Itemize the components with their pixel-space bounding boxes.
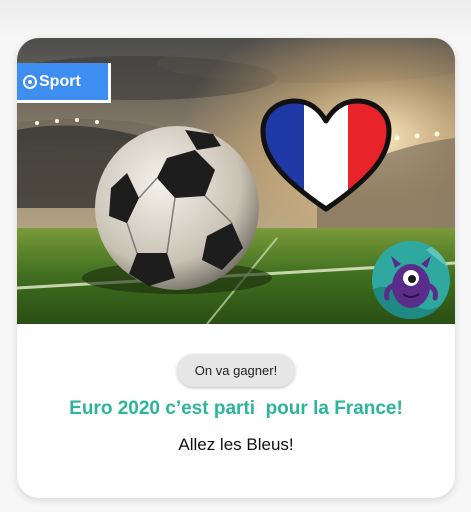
france-flag-heart-icon (259, 97, 393, 215)
category-label: Sport (39, 72, 81, 90)
post-subtitle: Allez les Bleus! (178, 435, 294, 454)
tag-chip[interactable]: On va gagner! (177, 354, 295, 387)
target-icon (23, 74, 37, 89)
post-title: Euro 2020 c’est parti pour la France! (69, 398, 403, 419)
hero-image: Sport (17, 38, 455, 324)
category-badge[interactable]: Sport (17, 63, 111, 103)
top-shade (0, 0, 471, 40)
post-card[interactable]: Sport On va gagner! Euro 2020 c’est part… (17, 38, 455, 498)
monster-avatar-icon[interactable] (371, 240, 451, 320)
